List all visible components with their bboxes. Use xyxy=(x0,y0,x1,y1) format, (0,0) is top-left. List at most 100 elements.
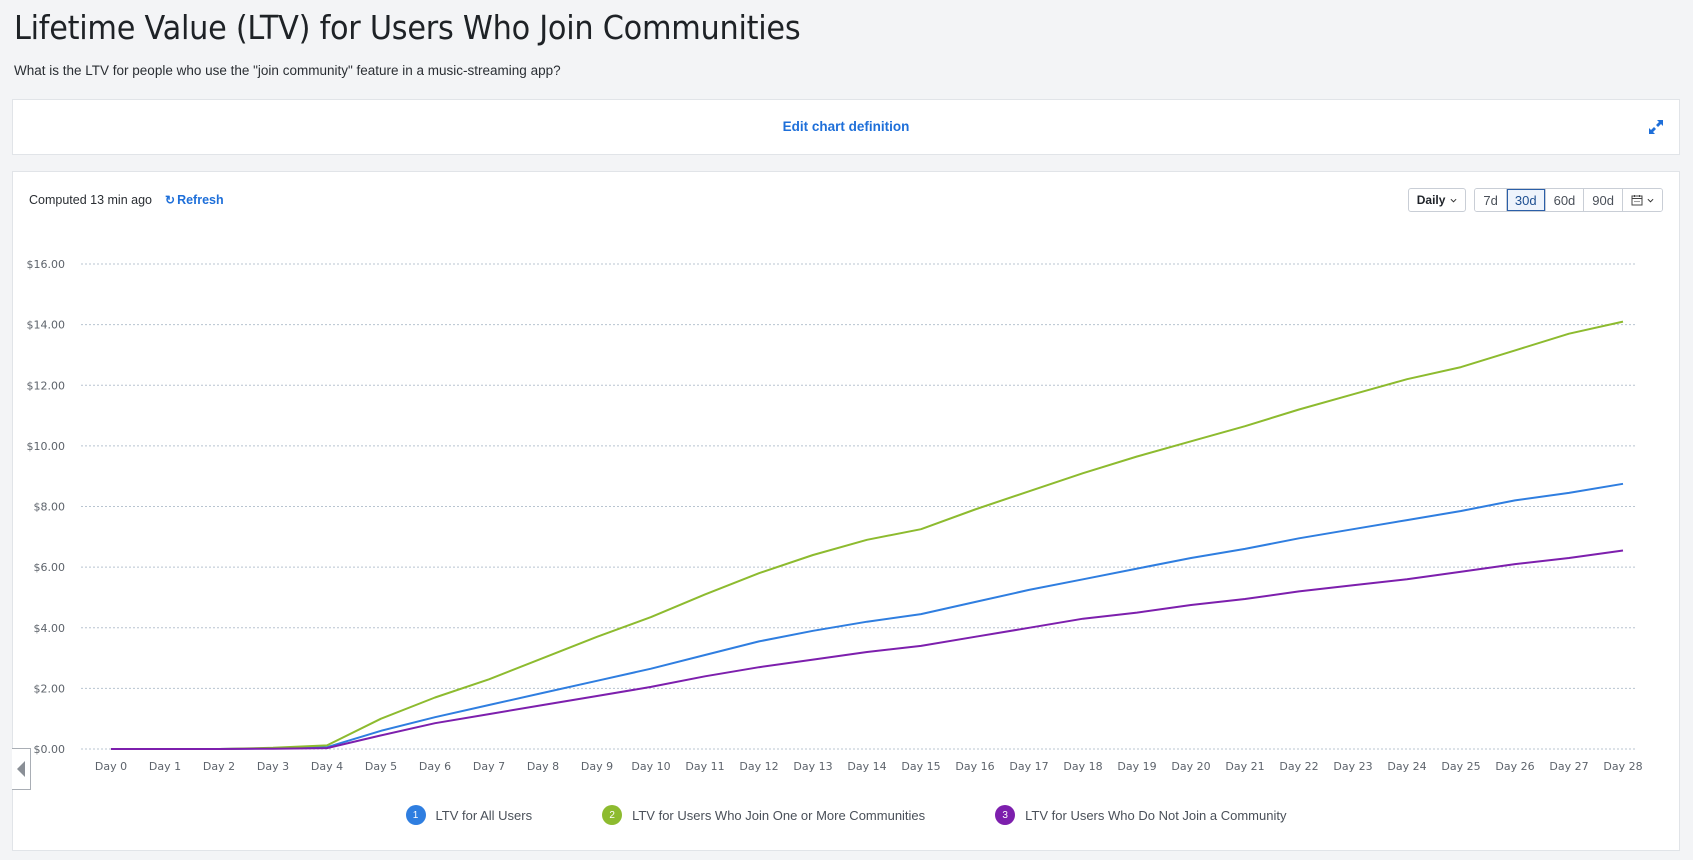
series-line-1[interactable] xyxy=(111,482,1624,750)
data-point-series-3[interactable] xyxy=(1241,595,1249,603)
x-tick-label: Day 10 xyxy=(631,760,670,773)
data-point-series-3[interactable] xyxy=(431,719,439,727)
data-point-series-2[interactable] xyxy=(431,693,439,701)
legend-item-all-users[interactable]: 1 LTV for All Users xyxy=(405,805,533,825)
x-tick-label: Day 11 xyxy=(685,760,724,773)
data-point-series-2[interactable] xyxy=(1565,330,1573,338)
data-point-series-2[interactable] xyxy=(1349,390,1357,398)
data-point-series-2[interactable] xyxy=(539,654,547,662)
data-point-series-2[interactable] xyxy=(1619,318,1627,326)
data-point-series-3[interactable] xyxy=(1511,560,1519,568)
data-point-series-1[interactable] xyxy=(485,701,493,709)
data-point-series-1[interactable] xyxy=(1511,496,1519,504)
data-point-series-3[interactable] xyxy=(1133,609,1141,617)
data-point-series-3[interactable] xyxy=(647,683,655,691)
x-tick-label: Day 15 xyxy=(901,760,940,773)
data-point-series-2[interactable] xyxy=(863,536,871,544)
data-point-series-1[interactable] xyxy=(917,610,925,618)
data-point-series-3[interactable] xyxy=(107,745,115,753)
legend-marker-2: 2 xyxy=(602,805,623,825)
data-point-series-3[interactable] xyxy=(863,648,871,656)
data-point-series-2[interactable] xyxy=(971,506,979,514)
data-point-series-2[interactable] xyxy=(1025,487,1033,495)
data-point-series-2[interactable] xyxy=(917,525,925,533)
data-point-series-3[interactable] xyxy=(971,633,979,641)
legend-label: LTV for All Users xyxy=(435,807,533,823)
data-point-series-3[interactable] xyxy=(323,744,331,752)
data-point-series-1[interactable] xyxy=(701,651,709,659)
data-point-series-3[interactable] xyxy=(1619,546,1627,554)
y-tick-label: $6.00 xyxy=(34,561,66,574)
data-point-series-2[interactable] xyxy=(1187,437,1195,445)
legend-item-no-community[interactable]: 3 LTV for Users Who Do Not Join a Commun… xyxy=(995,805,1286,825)
data-point-series-1[interactable] xyxy=(1457,507,1465,515)
page-subtitle: What is the LTV for people who use the "… xyxy=(14,63,561,78)
data-point-series-2[interactable] xyxy=(1295,406,1303,414)
data-point-series-2[interactable] xyxy=(593,633,601,641)
data-point-series-1[interactable] xyxy=(1349,525,1357,533)
page-title: Lifetime Value (LTV) for Users Who Join … xyxy=(14,8,801,47)
data-point-series-3[interactable] xyxy=(809,656,817,664)
x-tick-label: Day 2 xyxy=(203,760,235,773)
edit-chart-definition-link[interactable]: Edit chart definition xyxy=(13,119,1679,134)
legend-item-join-communities[interactable]: 2 LTV for Users Who Join One or More Com… xyxy=(602,805,925,825)
scroll-left-button[interactable] xyxy=(12,748,31,790)
data-point-series-1[interactable] xyxy=(593,677,601,685)
data-point-series-1[interactable] xyxy=(1079,575,1087,583)
x-tick-label: Day 16 xyxy=(955,760,994,773)
data-point-series-3[interactable] xyxy=(539,701,547,709)
data-point-series-2[interactable] xyxy=(809,551,817,559)
data-point-series-1[interactable] xyxy=(539,689,547,697)
data-point-series-2[interactable] xyxy=(1403,375,1411,383)
data-point-series-1[interactable] xyxy=(971,598,979,606)
data-point-series-1[interactable] xyxy=(1619,480,1627,488)
data-point-series-3[interactable] xyxy=(1349,581,1357,589)
data-point-series-3[interactable] xyxy=(1457,568,1465,576)
x-tick-label: Day 24 xyxy=(1387,760,1426,773)
data-point-series-2[interactable] xyxy=(1079,469,1087,477)
data-point-series-3[interactable] xyxy=(1025,624,1033,632)
data-point-series-3[interactable] xyxy=(485,710,493,718)
legend-label: LTV for Users Who Do Not Join a Communit… xyxy=(1025,807,1287,823)
data-point-series-3[interactable] xyxy=(269,745,277,753)
data-point-series-3[interactable] xyxy=(1403,575,1411,583)
data-point-series-2[interactable] xyxy=(755,569,763,577)
data-point-series-1[interactable] xyxy=(1133,565,1141,573)
data-point-series-1[interactable] xyxy=(647,665,655,673)
y-tick-label: $14.00 xyxy=(27,319,66,332)
data-point-series-3[interactable] xyxy=(1079,615,1087,623)
data-point-series-1[interactable] xyxy=(755,637,763,645)
data-point-series-3[interactable] xyxy=(161,745,169,753)
x-tick-label: Day 17 xyxy=(1009,760,1048,773)
x-tick-label: Day 20 xyxy=(1171,760,1210,773)
data-point-series-1[interactable] xyxy=(863,618,871,626)
data-point-series-1[interactable] xyxy=(1241,545,1249,553)
expand-icon[interactable] xyxy=(1647,118,1665,136)
data-point-series-2[interactable] xyxy=(377,715,385,723)
data-point-series-3[interactable] xyxy=(215,745,223,753)
data-point-series-3[interactable] xyxy=(701,672,709,680)
data-point-series-2[interactable] xyxy=(647,613,655,621)
data-point-series-1[interactable] xyxy=(1295,534,1303,542)
data-point-series-2[interactable] xyxy=(1133,452,1141,460)
data-point-series-3[interactable] xyxy=(593,692,601,700)
data-point-series-2[interactable] xyxy=(701,590,709,598)
x-tick-label: Day 7 xyxy=(473,760,505,773)
data-point-series-3[interactable] xyxy=(755,663,763,671)
data-point-series-2[interactable] xyxy=(485,675,493,683)
data-point-series-3[interactable] xyxy=(377,731,385,739)
data-point-series-2[interactable] xyxy=(1457,363,1465,371)
data-point-series-1[interactable] xyxy=(1025,586,1033,594)
data-point-series-1[interactable] xyxy=(1187,554,1195,562)
data-point-series-1[interactable] xyxy=(1565,489,1573,497)
data-point-series-2[interactable] xyxy=(1511,346,1519,354)
data-point-series-3[interactable] xyxy=(917,642,925,650)
x-tick-label: Day 4 xyxy=(311,760,343,773)
x-tick-label: Day 1 xyxy=(149,760,181,773)
data-point-series-3[interactable] xyxy=(1295,587,1303,595)
data-point-series-1[interactable] xyxy=(809,627,817,635)
data-point-series-3[interactable] xyxy=(1187,601,1195,609)
data-point-series-3[interactable] xyxy=(1565,554,1573,562)
data-point-series-1[interactable] xyxy=(1403,516,1411,524)
data-point-series-2[interactable] xyxy=(1241,422,1249,430)
